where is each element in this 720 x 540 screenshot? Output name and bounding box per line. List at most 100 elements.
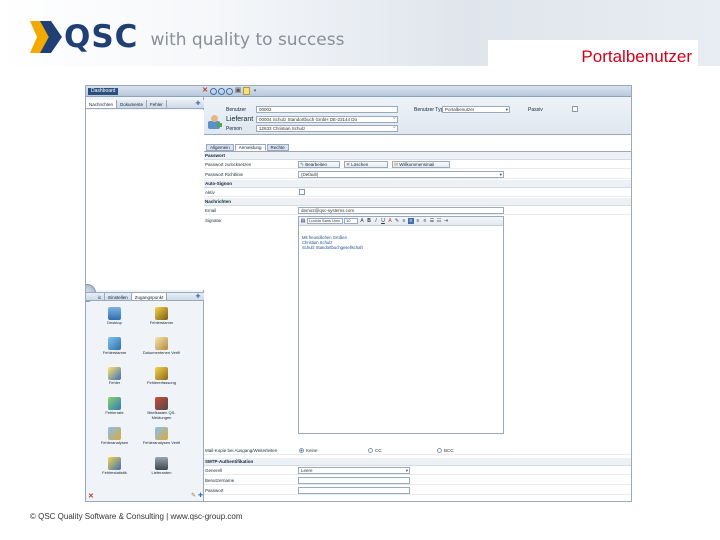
radio-dot bbox=[437, 448, 442, 453]
size-select[interactable]: 10 bbox=[344, 218, 358, 224]
pin-icon[interactable]: ✚ bbox=[194, 100, 202, 109]
pin-icon[interactable]: ✚ bbox=[198, 492, 203, 499]
module-label: Desktop bbox=[107, 320, 122, 325]
module-fehlererfassung[interactable]: Fehlererfassung bbox=[139, 367, 184, 394]
pencil-icon bbox=[108, 337, 121, 350]
record-tabs: Allgemein Anmeldung Rechte bbox=[204, 144, 631, 151]
tab-ic[interactable]: ic bbox=[86, 293, 106, 300]
window-title[interactable]: Dashboard bbox=[88, 88, 119, 95]
sidebar-list[interactable] bbox=[86, 110, 204, 290]
passiv-checkbox[interactable] bbox=[572, 106, 578, 112]
module-fehler[interactable]: Fehler bbox=[92, 367, 137, 394]
section-smtp: SMTP-Authentifikation bbox=[204, 458, 631, 466]
field-label: Benutzername bbox=[205, 478, 235, 483]
row-smtp-passwort: Passwort bbox=[204, 486, 631, 495]
signature-text[interactable]: Mit freundlichen Grüßen Christian Schulz… bbox=[299, 226, 503, 250]
field-label: Passwort zurücksetzen bbox=[205, 162, 252, 167]
mail-icon: ✉ bbox=[394, 161, 399, 168]
aktiv-checkbox[interactable] bbox=[299, 189, 305, 195]
circle-icon[interactable] bbox=[210, 88, 217, 95]
tab-zugangspunkt[interactable]: Zugangspunkt bbox=[131, 293, 168, 300]
module-briefkasten[interactable]: Briefkasten QS-Meldungen bbox=[139, 397, 184, 424]
module-desktop[interactable]: Desktop bbox=[92, 307, 137, 334]
font-value: Lucida Sans Unic bbox=[309, 218, 341, 223]
circle-icon[interactable] bbox=[226, 88, 233, 95]
chevron-down-icon: ▾ bbox=[499, 172, 502, 177]
chevron-down-icon: ▾ bbox=[405, 468, 408, 473]
module-fehlerstamm-2[interactable]: Fehlerstamm bbox=[92, 337, 137, 364]
close-icon[interactable]: ✕ bbox=[201, 87, 209, 95]
wrench-icon[interactable]: ✎ bbox=[191, 492, 196, 499]
indent-icon[interactable]: ⇥ bbox=[443, 218, 449, 224]
bearbeiten-button[interactable]: ✎ Bearbeiten bbox=[298, 161, 340, 168]
page-icon[interactable] bbox=[243, 87, 250, 95]
pencil-icon bbox=[108, 457, 121, 470]
chevron-down-icon: ▾ bbox=[505, 107, 508, 112]
lock-icon[interactable]: ▣ bbox=[234, 87, 242, 95]
tab-rechte[interactable]: Rechte bbox=[266, 144, 289, 151]
loeschen-button[interactable]: ✕ Löschen bbox=[344, 161, 388, 168]
module-fehlerrate[interactable]: Fehlerrate bbox=[92, 397, 137, 424]
module-label: Dokumentenen Verifi bbox=[142, 350, 181, 355]
module-fehlerstamm[interactable]: Fehlerstamm bbox=[139, 307, 184, 334]
signature-editor[interactable]: ▤ Lucida Sans Unic 10 A B I U A ✎ ≡ ≡ ≡ … bbox=[298, 216, 504, 434]
module-label: Fehler bbox=[108, 380, 121, 385]
circle-icon[interactable] bbox=[218, 88, 225, 95]
lieferant-value: 00004 Schulz Standortbuch GmbH DE-23144 … bbox=[259, 117, 358, 122]
lieferant-field[interactable]: 00004 Schulz Standortbuch GmbH DE-23144 … bbox=[256, 116, 398, 123]
align-center-icon[interactable]: ≡ bbox=[408, 218, 414, 224]
field-label: Passwort Richtlinie bbox=[205, 172, 244, 177]
record-header: Benutzer 00002 Lieferant 00004 Schulz St… bbox=[204, 97, 631, 135]
module-fehlerstatistik[interactable]: Fehlerstatistik bbox=[92, 457, 137, 484]
qsc-logo-icon bbox=[30, 19, 62, 55]
benutzer-label: Benutzer bbox=[226, 107, 247, 113]
module-lieferanten[interactable]: Lieferanten bbox=[139, 457, 184, 484]
signature-line: Schulz Standortbuchgesellschaft bbox=[302, 245, 363, 250]
smtp-benutzername-field[interactable] bbox=[298, 477, 410, 484]
font-icon[interactable]: ▤ bbox=[300, 218, 306, 224]
highlight-icon[interactable]: ✎ bbox=[394, 218, 400, 224]
pin-icon[interactable]: ✚ bbox=[194, 293, 202, 302]
module-fehleranalysen-verifi[interactable]: Fehleranalysen Verifi bbox=[139, 427, 184, 454]
close-icon[interactable]: ✕ bbox=[88, 492, 94, 500]
align-right-icon[interactable]: ≡ bbox=[415, 218, 421, 224]
tab-nachrichten[interactable]: Nachrichten bbox=[86, 100, 118, 108]
tab-dokumente[interactable]: Dokumente bbox=[117, 100, 148, 108]
field-label: Generell bbox=[205, 468, 223, 473]
italic-icon[interactable]: I bbox=[373, 218, 379, 224]
align-left-icon[interactable]: ≡ bbox=[401, 218, 407, 224]
list-icon[interactable]: ☰ bbox=[429, 218, 435, 224]
anmeldung-form: Passwort Passwort zurücksetzen ✎ Bearbei… bbox=[204, 151, 631, 501]
numbered-list-icon[interactable]: ☷ bbox=[436, 218, 442, 224]
font-color-icon[interactable]: A bbox=[387, 218, 393, 224]
tab-anmeldung[interactable]: Anmeldung bbox=[234, 144, 266, 151]
radio-keine[interactable]: Keine bbox=[299, 448, 318, 453]
radio-bcc[interactable]: BCC bbox=[437, 448, 454, 453]
radio-label: CC bbox=[375, 448, 382, 453]
font-select[interactable]: Lucida Sans Unic bbox=[307, 218, 343, 224]
email-field[interactable]: demo2@qsc-systems.com bbox=[298, 207, 504, 214]
radio-cc[interactable]: CC bbox=[368, 448, 382, 453]
dropdown-icon[interactable]: ▾ bbox=[251, 87, 259, 95]
pencil-icon bbox=[108, 367, 121, 380]
underline-icon[interactable]: U bbox=[380, 218, 386, 224]
willkommensmail-button[interactable]: ✉ Willkommensmail bbox=[392, 161, 450, 168]
bold-icon[interactable]: B bbox=[366, 218, 372, 224]
logo-text: QSC bbox=[64, 19, 139, 55]
search-icon[interactable]: ⌕ bbox=[393, 117, 396, 121]
tab-fehler[interactable]: Fehler bbox=[147, 100, 167, 108]
tab-einstellen[interactable]: Einstellen bbox=[105, 293, 132, 300]
person-field[interactable]: 12633 Christian Schulz ⌕ bbox=[256, 125, 398, 132]
smtp-passwort-field[interactable] bbox=[298, 487, 410, 494]
benutzer-typ-select[interactable]: Portalbenutzer ▾ bbox=[442, 106, 510, 113]
richtlinie-select[interactable]: (Default) ▾ bbox=[298, 171, 504, 178]
module-label: Fehlerrate bbox=[105, 410, 124, 415]
search-icon[interactable]: ⌕ bbox=[393, 126, 396, 130]
generell-select[interactable]: Leere ▾ bbox=[298, 467, 410, 474]
module-dokumentenen[interactable]: Dokumentenen Verifi bbox=[139, 337, 184, 364]
grow-font-icon[interactable]: A bbox=[359, 218, 365, 224]
benutzer-field[interactable]: 00002 bbox=[256, 106, 398, 113]
tab-allgemein[interactable]: Allgemein bbox=[206, 144, 234, 151]
module-fehleranalysen[interactable]: Fehleranalysen bbox=[92, 427, 137, 454]
justify-icon[interactable]: ≡ bbox=[422, 218, 428, 224]
